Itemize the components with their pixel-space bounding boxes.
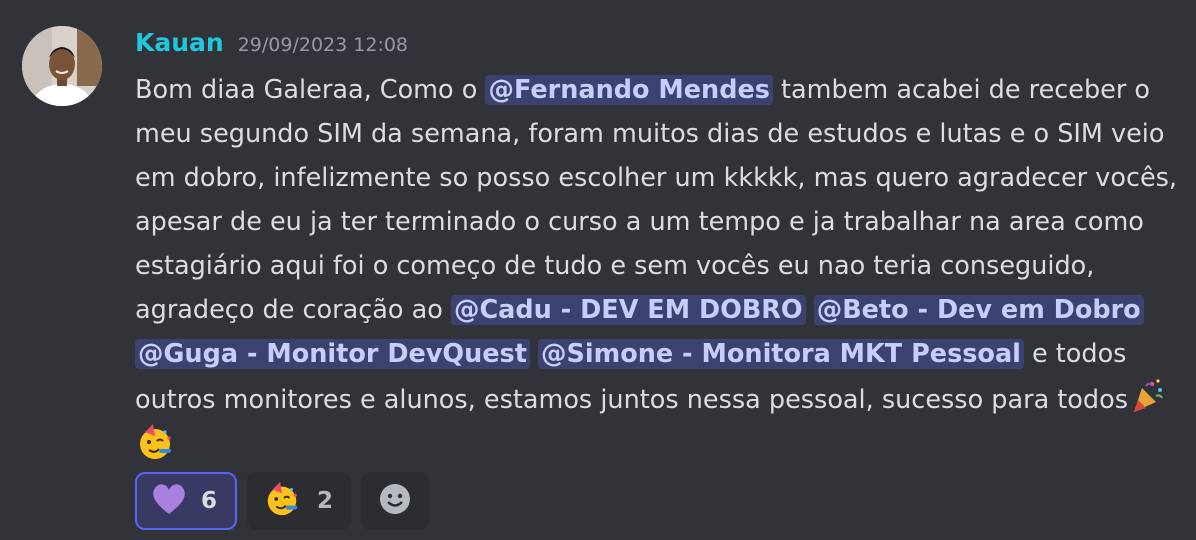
- message-body: Bom diaa Galeraa, Como o @Fernando Mende…: [135, 68, 1185, 468]
- message-header: Kauan 29/09/2023 12:08: [135, 28, 1185, 66]
- party-popper-icon: [1128, 376, 1168, 416]
- timestamp[interactable]: 29/09/2023 12:08: [238, 34, 408, 56]
- message-text: [530, 339, 538, 369]
- mention-cadu[interactable]: @Cadu - DEV EM DOBRO: [450, 295, 806, 325]
- message-content: Kauan 29/09/2023 12:08 Bom diaa Galeraa,…: [135, 28, 1185, 468]
- message-text: Bom diaa Galeraa, Como o: [135, 75, 486, 105]
- message-text: tambem acabei de receber o meu segundo S…: [135, 75, 1178, 325]
- mention-fernando[interactable]: @Fernando Mendes: [485, 75, 773, 105]
- mention-beto[interactable]: @Beto - Dev em Dobro: [813, 295, 1144, 325]
- message-text: [806, 295, 814, 325]
- chat-message: Kauan 29/09/2023 12:08 Bom diaa Galeraa,…: [0, 0, 1196, 540]
- reaction-purple-heart[interactable]: 6: [135, 472, 237, 530]
- reaction-partying-face[interactable]: 2: [247, 472, 351, 530]
- partying-face-icon: [135, 422, 175, 462]
- purple-heart-icon: [151, 482, 187, 520]
- reaction-count: 2: [317, 488, 334, 514]
- smiley-icon: [378, 482, 412, 520]
- partying-face-icon: [263, 480, 301, 522]
- username[interactable]: Kauan: [135, 28, 224, 57]
- mention-guga[interactable]: @Guga - Monitor DevQuest: [135, 339, 530, 369]
- mention-simone[interactable]: @Simone - Monitora MKT Pessoal: [538, 339, 1024, 369]
- reaction-count: 6: [201, 488, 218, 514]
- add-reaction-button[interactable]: [361, 472, 429, 530]
- reactions-bar: 6 2: [135, 472, 429, 530]
- avatar[interactable]: [22, 26, 102, 106]
